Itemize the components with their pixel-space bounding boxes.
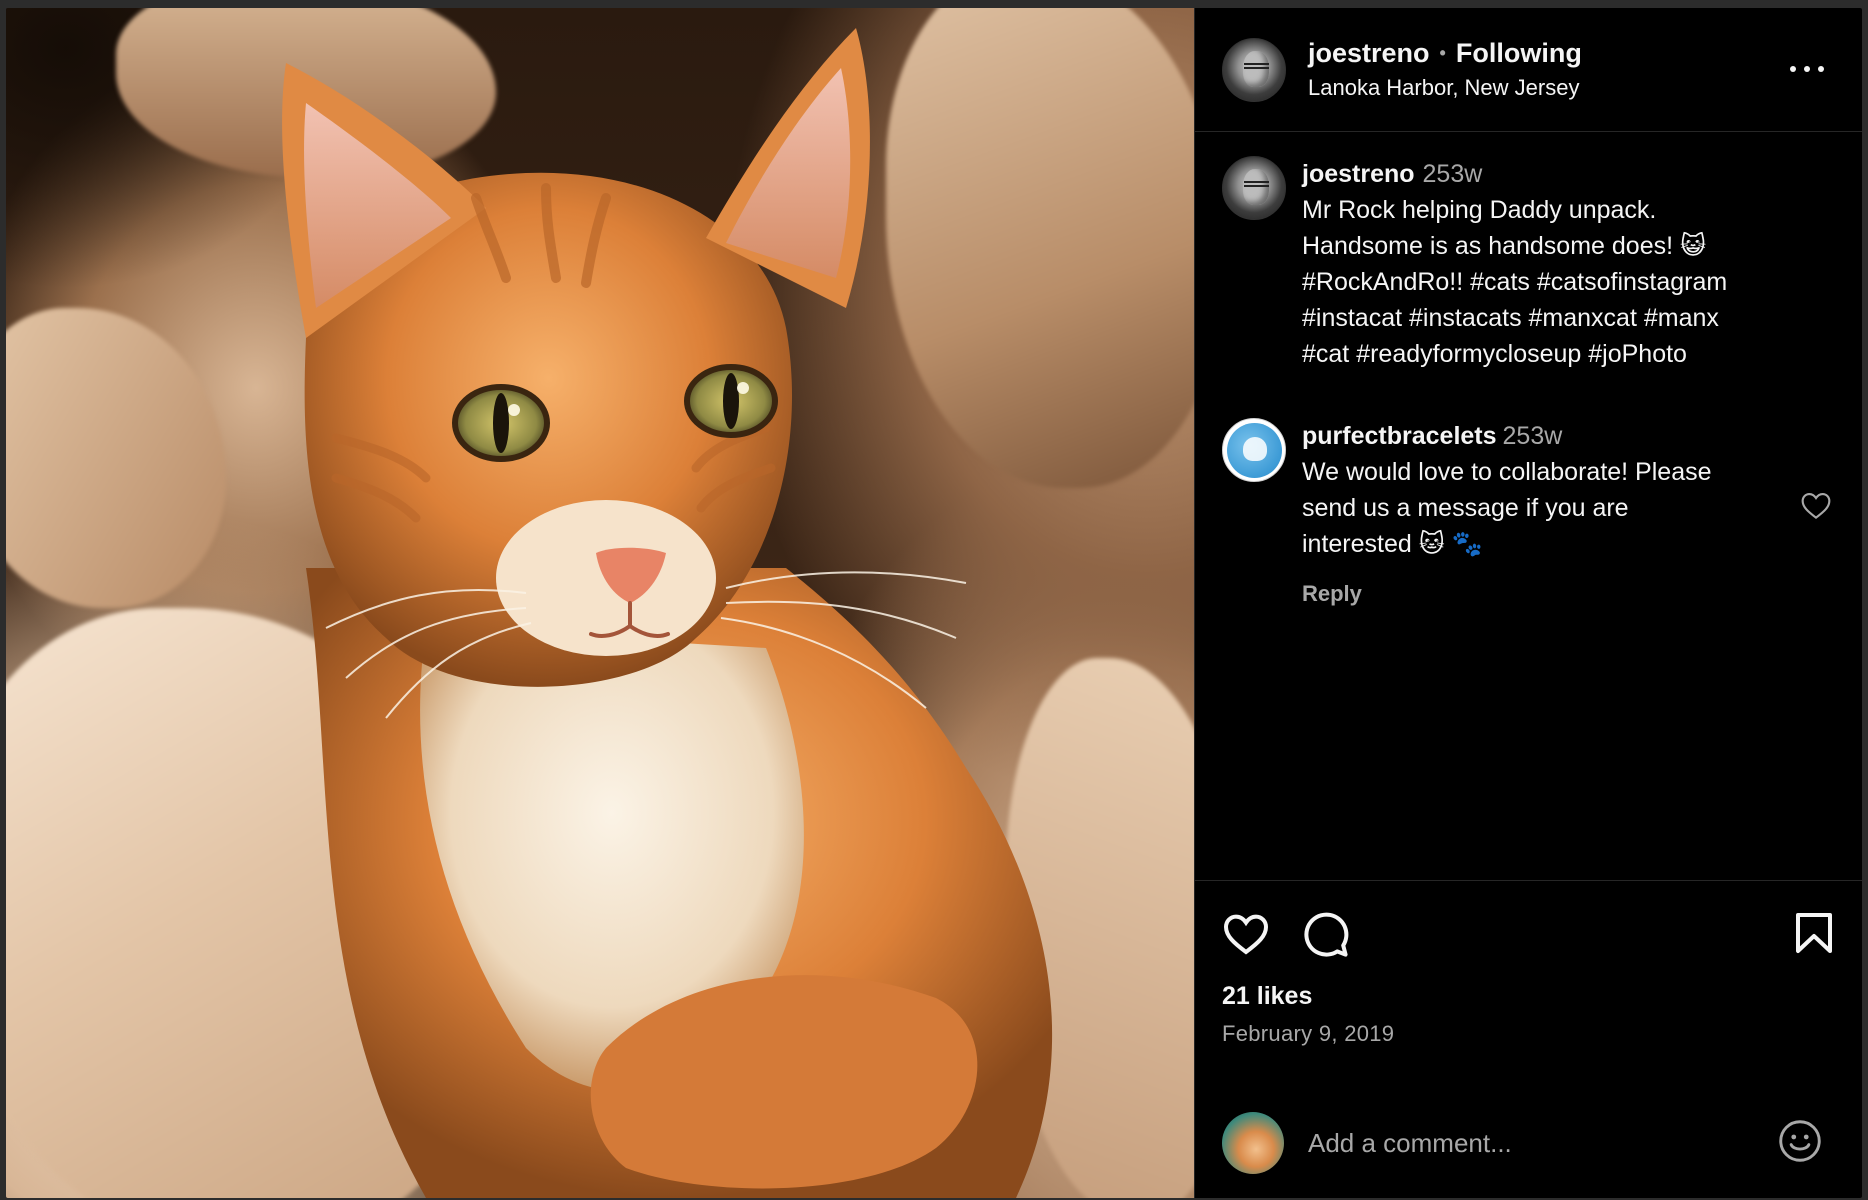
current-user-avatar <box>1222 1112 1284 1174</box>
comment-line: We would love to collaborate! Please <box>1302 458 1712 486</box>
post-actions-area: 21 likes February 9, 2019 <box>1195 880 1862 1198</box>
caption-author-avatar[interactable] <box>1222 156 1286 220</box>
caption-hashtags[interactable]: #instacat #instacats #manxcat #manx <box>1302 300 1802 336</box>
caption-author-face <box>1243 169 1269 205</box>
commenter-username[interactable]: purfectbracelets <box>1302 422 1497 450</box>
bookmark-icon[interactable] <box>1794 911 1834 960</box>
heart-icon[interactable] <box>1222 911 1270 960</box>
caption-line: Handsome is as handsome does! 😺 <box>1302 232 1707 260</box>
cat-illustration <box>282 28 1053 1198</box>
emoji-icon[interactable] <box>1778 1119 1822 1168</box>
comment-line: interested 🐱 🐾 <box>1302 530 1483 558</box>
caption-body: joestreno 253w Mr Rock helping Daddy unpa… <box>1302 156 1802 372</box>
author-line: joestreno • Following <box>1308 38 1582 69</box>
author-glasses <box>1244 62 1269 69</box>
follow-status-button[interactable]: Following <box>1456 38 1582 69</box>
comment-body: purfectbracelets 253w We would love to co… <box>1302 418 1802 612</box>
post-side-panel: joestreno • Following Lanoka Harbor, New… <box>1194 8 1862 1198</box>
author-face <box>1243 50 1269 87</box>
caption-hashtags[interactable]: #cat #readyformycloseup #joPhoto <box>1302 336 1802 372</box>
comment-item: purfectbracelets 253w We would love to co… <box>1222 418 1834 612</box>
comment-line: send us a message if you are <box>1302 494 1629 522</box>
add-comment-bar <box>1222 1110 1834 1176</box>
comment-icon[interactable] <box>1302 911 1350 962</box>
comment-header: purfectbracelets 253w <box>1302 418 1802 454</box>
author-info: joestreno • Following Lanoka Harbor, New… <box>1308 38 1582 101</box>
author-username[interactable]: joestreno <box>1308 38 1430 69</box>
caption-username[interactable]: joestreno <box>1302 160 1415 188</box>
comment-heart-icon[interactable] <box>1800 490 1832 525</box>
action-bar <box>1222 911 1834 959</box>
reply-button[interactable]: Reply <box>1302 576 1362 612</box>
caption-header: joestreno 253w <box>1302 156 1802 192</box>
commenter-avatar-cat <box>1243 437 1267 461</box>
caption-author-glasses <box>1244 181 1269 187</box>
caption-time[interactable]: 253w <box>1423 160 1483 188</box>
post-header: joestreno • Following Lanoka Harbor, New… <box>1195 8 1862 132</box>
caption: joestreno 253w Mr Rock helping Daddy unpa… <box>1222 156 1834 372</box>
post-location[interactable]: Lanoka Harbor, New Jersey <box>1308 75 1582 101</box>
post-photo[interactable] <box>6 8 1194 1198</box>
author-avatar[interactable] <box>1222 37 1286 102</box>
caption-line: Mr Rock helping Daddy unpack. <box>1302 196 1657 224</box>
caption-hashtags[interactable]: #RockAndRo!! #cats #catsofinstagram <box>1302 264 1802 300</box>
comment-time[interactable]: 253w <box>1503 422 1563 450</box>
separator-dot: • <box>1439 43 1446 63</box>
more-options-icon[interactable] <box>1790 62 1824 76</box>
post-date[interactable]: February 9, 2019 <box>1222 1021 1394 1047</box>
likes-count[interactable]: 21 likes <box>1222 982 1312 1011</box>
commenter-avatar[interactable] <box>1222 418 1286 482</box>
post-modal: joestreno • Following Lanoka Harbor, New… <box>6 8 1862 1198</box>
comment-input[interactable] <box>1308 1127 1778 1159</box>
comments-section: joestreno 253w Mr Rock helping Daddy unpa… <box>1195 132 1862 880</box>
